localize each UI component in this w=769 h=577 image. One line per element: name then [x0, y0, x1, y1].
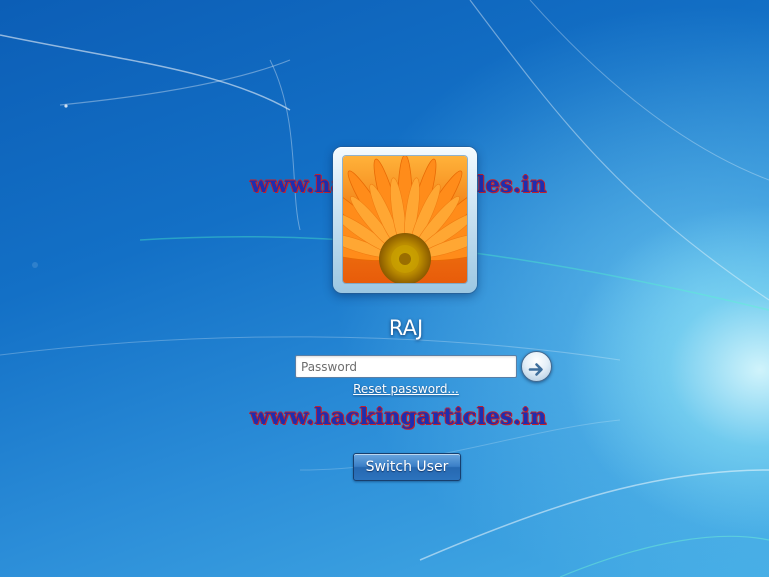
reset-password-link[interactable]: Reset password... [0, 382, 769, 396]
flower-picture-icon [343, 156, 467, 283]
arrow-right-icon [528, 362, 543, 376]
login-screen: www.hackingarticles.in [0, 0, 769, 577]
user-avatar-frame [333, 147, 477, 293]
password-input[interactable] [295, 355, 517, 378]
switch-user-button[interactable]: Switch User [353, 453, 461, 481]
user-avatar [343, 156, 467, 283]
submit-login-button[interactable] [521, 351, 552, 382]
watermark-text-bottom: www.hackingarticles.in [250, 404, 547, 430]
user-name: RAJ [388, 316, 424, 340]
